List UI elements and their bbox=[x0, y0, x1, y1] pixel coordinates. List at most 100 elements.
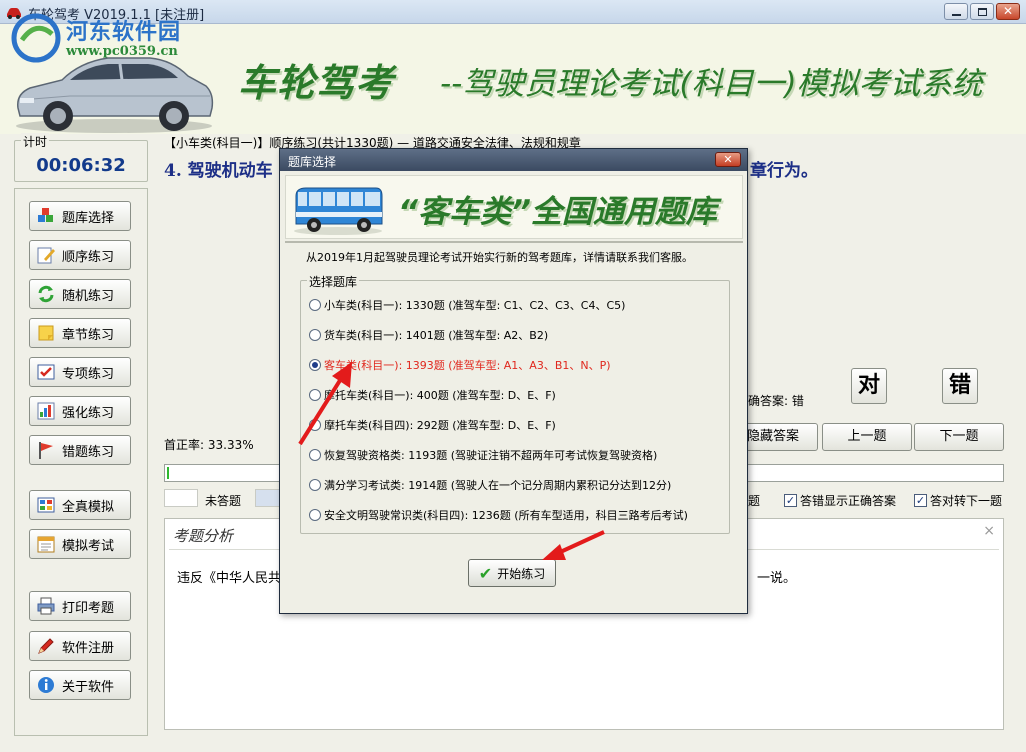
sidebar-item-chapter[interactable]: 章节练习 bbox=[29, 318, 131, 348]
radio-button[interactable] bbox=[309, 449, 321, 461]
dialog-close-button[interactable]: ✕ bbox=[715, 152, 741, 167]
prev-button[interactable]: 上一题 bbox=[822, 423, 912, 451]
note-icon bbox=[38, 325, 54, 341]
banner-title: 车轮驾考 bbox=[238, 61, 395, 105]
option-label: 货车类(科目一): 1401题 (准驾车型: A2、B2) bbox=[324, 329, 549, 342]
option-truck[interactable]: 货车类(科目一): 1401题 (准驾车型: A2、B2) bbox=[309, 327, 548, 343]
sidebar-item-random[interactable]: 随机练习 bbox=[29, 279, 131, 309]
printer-icon bbox=[37, 597, 55, 615]
sidebar-item-label: 软件注册 bbox=[62, 640, 115, 656]
option-label: 答对转下一题 bbox=[930, 494, 1003, 508]
question-text: 4. 驾驶机动车 bbox=[164, 161, 273, 181]
option-label: 摩托车类(科目一): 400题 (准驾车型: D、E、F) bbox=[324, 389, 556, 402]
maximize-icon bbox=[978, 8, 987, 16]
sidebar-item-register[interactable]: 软件注册 bbox=[29, 631, 131, 661]
refresh-icon bbox=[38, 285, 54, 303]
option-bus[interactable]: 客车类(科目一): 1393题 (准驾车型: A1、A3、B1、N、P) bbox=[309, 357, 611, 373]
accuracy-text: 首正率: 33.33% bbox=[164, 438, 254, 452]
minimize-button[interactable] bbox=[944, 3, 968, 20]
next-button[interactable]: 下一题 bbox=[914, 423, 1004, 451]
option-motorcycle-1[interactable]: 摩托车类(科目一): 400题 (准驾车型: D、E、F) bbox=[309, 387, 556, 403]
radio-button[interactable] bbox=[309, 389, 321, 401]
sidebar-item-sequential[interactable]: 顺序练习 bbox=[29, 240, 131, 270]
option-label: 答错显示正确答案 bbox=[800, 494, 897, 508]
start-practice-label: 开始练习 bbox=[497, 566, 546, 581]
option-label: 安全文明驾驶常识类(科目四): 1236题 (所有车型适用，科目三路考后考试) bbox=[324, 509, 688, 522]
bus-icon bbox=[294, 187, 383, 235]
radio-button[interactable] bbox=[309, 479, 321, 491]
answer-info: 确答案: 错 bbox=[748, 394, 804, 408]
option-restore-qualification[interactable]: 恢复驾驶资格类: 1193题 (驾驶证注销不超两年可考试恢复驾驶资格) bbox=[309, 447, 657, 463]
timer-panel: 计时 00:06:32 bbox=[14, 133, 148, 182]
correct-button[interactable]: 对 bbox=[851, 368, 887, 404]
edit-icon bbox=[37, 247, 55, 264]
timer-label: 计时 bbox=[21, 133, 50, 150]
start-practice-button[interactable]: ✔ 开始练习 bbox=[468, 559, 556, 587]
analysis-close-button[interactable]: × bbox=[983, 523, 995, 539]
analysis-text-end: 一说。 bbox=[757, 571, 797, 586]
option-label: 小车类(科目一): 1330题 (准驾车型: C1、C2、C3、C4、C5) bbox=[324, 299, 626, 312]
window-controls: ✕ bbox=[944, 3, 1020, 20]
info-icon bbox=[38, 677, 54, 693]
option-small-car[interactable]: 小车类(科目一): 1330题 (准驾车型: C1、C2、C3、C4、C5) bbox=[309, 297, 625, 313]
bank-options-group: 选择题库 小车类(科目一): 1330题 (准驾车型: C1、C2、C3、C4、… bbox=[300, 273, 730, 534]
question-text-end: 章行为。 bbox=[750, 161, 818, 181]
app-header: 河东软件园 www.pc0359.cn 车轮驾考 --驾驶员理论考试(科目一)模… bbox=[0, 13, 1026, 134]
progress-fill bbox=[167, 467, 169, 479]
dialog-title: 题库选择 bbox=[288, 155, 337, 169]
radio-button[interactable] bbox=[309, 299, 321, 311]
checkbox-show-correct[interactable]: ✓ bbox=[784, 494, 797, 507]
sidebar-item-print[interactable]: 打印考题 bbox=[29, 591, 131, 621]
sidebar-item-label: 强化练习 bbox=[62, 405, 115, 421]
sidebar-item-label: 题库选择 bbox=[62, 210, 115, 226]
sidebar-item-label: 章节练习 bbox=[62, 327, 115, 343]
sidebar-item-bank-select[interactable]: 题库选择 bbox=[29, 201, 131, 231]
minimize-icon bbox=[952, 14, 961, 16]
flag-icon bbox=[39, 442, 53, 459]
dialog-banner: “客车类”全国通用题库 bbox=[285, 175, 743, 239]
timer-value: 00:06:32 bbox=[36, 155, 126, 176]
maximize-button[interactable] bbox=[970, 3, 994, 20]
dialog-notice: 从2019年1月起驾驶员理论考试开始实行新的驾考题库，详情请联系我们客服。 bbox=[306, 251, 693, 264]
option-label: 满分学习考试类: 1914题 (驾驶人在一个记分周期内累积记分达到12分) bbox=[324, 479, 672, 492]
option-safe-driving[interactable]: 安全文明驾驶常识类(科目四): 1236题 (所有车型适用，科目三路考后考试) bbox=[309, 507, 688, 523]
close-button[interactable]: ✕ bbox=[996, 3, 1020, 20]
sidebar-item-label: 随机练习 bbox=[62, 288, 115, 304]
sidebar-item-label: 模拟考试 bbox=[62, 538, 115, 554]
option-show-correct[interactable]: ✓ 答错显示正确答案 bbox=[784, 492, 896, 509]
watermark-logo-icon bbox=[11, 13, 61, 63]
analysis-title: 考题分析 bbox=[173, 527, 234, 545]
calendar-icon bbox=[37, 536, 55, 553]
option-auto-next[interactable]: ✓ 答对转下一题 bbox=[914, 492, 1002, 509]
bank-select-dialog: 题库选择 ✕ “客车类”全国通用题库 从2019年1月起驾驶员理论考试开始实行新… bbox=[279, 148, 748, 614]
radio-button-selected[interactable] bbox=[309, 359, 321, 371]
close-icon: ✕ bbox=[1002, 4, 1014, 18]
watermark-url: www.pc0359.cn bbox=[66, 44, 178, 59]
sidebar-item-intensive[interactable]: 强化练习 bbox=[29, 396, 131, 426]
sidebar-item-label: 专项练习 bbox=[62, 366, 115, 382]
sidebar-item-special[interactable]: 专项练习 bbox=[29, 357, 131, 387]
sidebar-item-wrong-questions[interactable]: 错题练习 bbox=[29, 435, 131, 465]
radio-button[interactable] bbox=[309, 509, 321, 521]
option-label: 恢复驾驶资格类: 1193题 (驾驶证注销不超两年可考试恢复驾驶资格) bbox=[324, 449, 658, 462]
legend-partial-label: 题 bbox=[748, 494, 761, 508]
pencil-icon bbox=[38, 638, 54, 654]
banner-subtitle: --驾驶员理论考试(科目一)模拟考试系统 bbox=[440, 66, 983, 102]
radio-button[interactable] bbox=[309, 419, 321, 431]
bar-chart-icon bbox=[37, 402, 55, 420]
option-full-score[interactable]: 满分学习考试类: 1914题 (驾驶人在一个记分周期内累积记分达到12分) bbox=[309, 477, 671, 493]
sidebar-item-about[interactable]: 关于软件 bbox=[29, 670, 131, 700]
radio-button[interactable] bbox=[309, 329, 321, 341]
sidebar-item-label: 错题练习 bbox=[62, 444, 115, 460]
sidebar-item-full-simulation[interactable]: 全真模拟 bbox=[29, 490, 131, 520]
sidebar: 题库选择 顺序练习 随机练习 章节练习 专项练习 强化练习 错题练习 全真模拟 … bbox=[14, 188, 148, 736]
wrong-button[interactable]: 错 bbox=[942, 368, 978, 404]
option-motorcycle-4[interactable]: 摩托车类(科目四): 292题 (准驾车型: D、E、F) bbox=[309, 417, 556, 433]
watermark-name: 河东软件园 bbox=[66, 20, 182, 45]
option-label: 摩托车类(科目四): 292题 (准驾车型: D、E、F) bbox=[324, 419, 556, 432]
sidebar-item-mock-exam[interactable]: 模拟考试 bbox=[29, 529, 131, 559]
check-icon: ✔ bbox=[478, 563, 493, 583]
checkbox-auto-next[interactable]: ✓ bbox=[914, 494, 927, 507]
sidebar-item-label: 打印考题 bbox=[62, 600, 115, 616]
check-list-icon bbox=[37, 364, 55, 380]
